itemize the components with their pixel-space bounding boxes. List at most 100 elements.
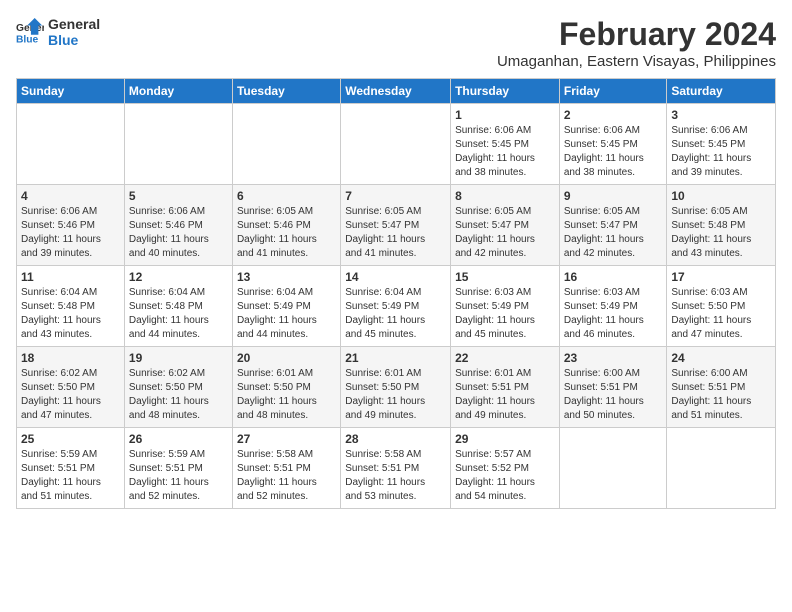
logo: General Blue General Blue: [16, 16, 100, 48]
calendar-cell: 10 Sunrise: 6:05 AM Sunset: 5:48 PM Dayli…: [667, 185, 776, 266]
day-number: 16: [564, 270, 663, 284]
calendar-cell: 9Sunrise: 6:05 AM Sunset: 5:47 PM Daylig…: [559, 185, 667, 266]
day-number: 12: [129, 270, 228, 284]
day-number: 21: [345, 351, 446, 365]
day-number: 6: [237, 189, 336, 203]
calendar-cell: [559, 428, 667, 509]
calendar-cell: 6 Sunrise: 6:05 AM Sunset: 5:46 PM Daylig…: [232, 185, 340, 266]
weekday-header: Friday: [559, 79, 667, 104]
page-header: General Blue General Blue February 2024 …: [16, 16, 776, 70]
day-info: Sunrise: 6:04 AM Sunset: 5:48 PM Dayligh…: [129, 286, 228, 342]
day-info: Sunrise: 6:04 AM Sunset: 5:49 PM Dayligh…: [345, 286, 446, 342]
day-info: Sunrise: 6:06 AM Sunset: 5:45 PM Dayligh…: [455, 124, 555, 180]
calendar-cell: 26 Sunrise: 5:59 AM Sunset: 5:51 PM Dayli…: [124, 428, 232, 509]
calendar-header-row: SundayMondayTuesdayWednesdayThursdayFrid…: [17, 79, 776, 104]
day-number: 5: [129, 189, 228, 203]
day-number: 13: [237, 270, 336, 284]
calendar-cell: 11 Sunrise: 6:04 AM Sunset: 5:48 PM Dayli…: [17, 266, 125, 347]
calendar-cell: 21 Sunrise: 6:01 AM Sunset: 5:50 PM Dayli…: [341, 347, 451, 428]
day-number: 18: [21, 351, 120, 365]
day-info: Sunrise: 6:01 AM Sunset: 5:50 PM Dayligh…: [237, 367, 336, 423]
calendar-cell: [667, 428, 776, 509]
day-number: 24: [671, 351, 771, 365]
day-info: Sunrise: 6:02 AM Sunset: 5:50 PM Dayligh…: [21, 367, 120, 423]
weekday-header: Saturday: [667, 79, 776, 104]
day-number: 9: [564, 189, 663, 203]
calendar-cell: 28 Sunrise: 5:58 AM Sunset: 5:51 PM Dayli…: [341, 428, 451, 509]
calendar-cell: [232, 104, 340, 185]
calendar-cell: 13Sunrise: 6:04 AM Sunset: 5:49 PM Dayli…: [232, 266, 340, 347]
day-number: 1: [455, 108, 555, 122]
weekday-header: Wednesday: [341, 79, 451, 104]
day-number: 29: [455, 432, 555, 446]
day-number: 10: [671, 189, 771, 203]
day-number: 15: [455, 270, 555, 284]
logo-blue: Blue: [48, 32, 100, 48]
calendar-cell: 1 Sunrise: 6:06 AM Sunset: 5:45 PM Daylig…: [451, 104, 560, 185]
day-number: 23: [564, 351, 663, 365]
day-number: 19: [129, 351, 228, 365]
day-info: Sunrise: 5:58 AM Sunset: 5:51 PM Dayligh…: [345, 448, 446, 504]
day-info: Sunrise: 6:05 AM Sunset: 5:47 PM Dayligh…: [455, 205, 555, 261]
logo-icon: General Blue: [16, 18, 44, 46]
calendar-cell: 20 Sunrise: 6:01 AM Sunset: 5:50 PM Dayli…: [232, 347, 340, 428]
day-info: Sunrise: 5:59 AM Sunset: 5:51 PM Dayligh…: [129, 448, 228, 504]
month-title: February 2024: [497, 16, 776, 53]
weekday-header: Monday: [124, 79, 232, 104]
day-info: Sunrise: 6:06 AM Sunset: 5:46 PM Dayligh…: [21, 205, 120, 261]
calendar-cell: [341, 104, 451, 185]
calendar-cell: 23 Sunrise: 6:00 AM Sunset: 5:51 PM Dayli…: [559, 347, 667, 428]
day-number: 27: [237, 432, 336, 446]
calendar-cell: 7 Sunrise: 6:05 AM Sunset: 5:47 PM Daylig…: [341, 185, 451, 266]
calendar-cell: 2 Sunrise: 6:06 AM Sunset: 5:45 PM Daylig…: [559, 104, 667, 185]
day-info: Sunrise: 6:00 AM Sunset: 5:51 PM Dayligh…: [564, 367, 663, 423]
day-number: 11: [21, 270, 120, 284]
day-number: 28: [345, 432, 446, 446]
weekday-header: Tuesday: [232, 79, 340, 104]
calendar-cell: 4 Sunrise: 6:06 AM Sunset: 5:46 PM Daylig…: [17, 185, 125, 266]
day-info: Sunrise: 6:06 AM Sunset: 5:46 PM Dayligh…: [129, 205, 228, 261]
calendar-cell: 14 Sunrise: 6:04 AM Sunset: 5:49 PM Dayli…: [341, 266, 451, 347]
calendar-cell: 3Sunrise: 6:06 AM Sunset: 5:45 PM Daylig…: [667, 104, 776, 185]
day-info: Sunrise: 6:05 AM Sunset: 5:48 PM Dayligh…: [671, 205, 771, 261]
logo-general: General: [48, 16, 100, 32]
day-info: Sunrise: 6:00 AM Sunset: 5:51 PM Dayligh…: [671, 367, 771, 423]
calendar-cell: 27 Sunrise: 5:58 AM Sunset: 5:51 PM Dayli…: [232, 428, 340, 509]
day-info: Sunrise: 6:03 AM Sunset: 5:49 PM Dayligh…: [564, 286, 663, 342]
day-number: 7: [345, 189, 446, 203]
day-number: 4: [21, 189, 120, 203]
day-info: Sunrise: 5:58 AM Sunset: 5:51 PM Dayligh…: [237, 448, 336, 504]
calendar-week-row: 4 Sunrise: 6:06 AM Sunset: 5:46 PM Daylig…: [17, 185, 776, 266]
day-info: Sunrise: 6:04 AM Sunset: 5:48 PM Dayligh…: [21, 286, 120, 342]
calendar-cell: 5 Sunrise: 6:06 AM Sunset: 5:46 PM Daylig…: [124, 185, 232, 266]
calendar-cell: 18 Sunrise: 6:02 AM Sunset: 5:50 PM Dayli…: [17, 347, 125, 428]
day-info: Sunrise: 6:03 AM Sunset: 5:50 PM Dayligh…: [671, 286, 771, 342]
day-number: 25: [21, 432, 120, 446]
day-info: Sunrise: 5:59 AM Sunset: 5:51 PM Dayligh…: [21, 448, 120, 504]
calendar-cell: 24 Sunrise: 6:00 AM Sunset: 5:51 PM Dayli…: [667, 347, 776, 428]
day-info: Sunrise: 6:01 AM Sunset: 5:50 PM Dayligh…: [345, 367, 446, 423]
day-info: Sunrise: 6:05 AM Sunset: 5:46 PM Dayligh…: [237, 205, 336, 261]
calendar-week-row: 18 Sunrise: 6:02 AM Sunset: 5:50 PM Dayli…: [17, 347, 776, 428]
day-number: 17: [671, 270, 771, 284]
calendar-week-row: 25 Sunrise: 5:59 AM Sunset: 5:51 PM Dayli…: [17, 428, 776, 509]
day-info: Sunrise: 6:05 AM Sunset: 5:47 PM Dayligh…: [345, 205, 446, 261]
calendar-cell: 29Sunrise: 5:57 AM Sunset: 5:52 PM Dayli…: [451, 428, 560, 509]
calendar-week-row: 1 Sunrise: 6:06 AM Sunset: 5:45 PM Daylig…: [17, 104, 776, 185]
calendar-cell: 8 Sunrise: 6:05 AM Sunset: 5:47 PM Daylig…: [451, 185, 560, 266]
calendar-cell: 25 Sunrise: 5:59 AM Sunset: 5:51 PM Dayli…: [17, 428, 125, 509]
calendar-week-row: 11 Sunrise: 6:04 AM Sunset: 5:48 PM Dayli…: [17, 266, 776, 347]
title-block: February 2024 Umaganhan, Eastern Visayas…: [497, 16, 776, 70]
day-number: 8: [455, 189, 555, 203]
svg-text:Blue: Blue: [16, 34, 39, 45]
day-info: Sunrise: 6:06 AM Sunset: 5:45 PM Dayligh…: [564, 124, 663, 180]
calendar-cell: 19Sunrise: 6:02 AM Sunset: 5:50 PM Dayli…: [124, 347, 232, 428]
day-number: 14: [345, 270, 446, 284]
weekday-header: Sunday: [17, 79, 125, 104]
calendar-cell: 12 Sunrise: 6:04 AM Sunset: 5:48 PM Dayli…: [124, 266, 232, 347]
day-number: 26: [129, 432, 228, 446]
day-number: 20: [237, 351, 336, 365]
calendar-table: SundayMondayTuesdayWednesdayThursdayFrid…: [16, 78, 776, 509]
calendar-cell: [17, 104, 125, 185]
day-number: 2: [564, 108, 663, 122]
